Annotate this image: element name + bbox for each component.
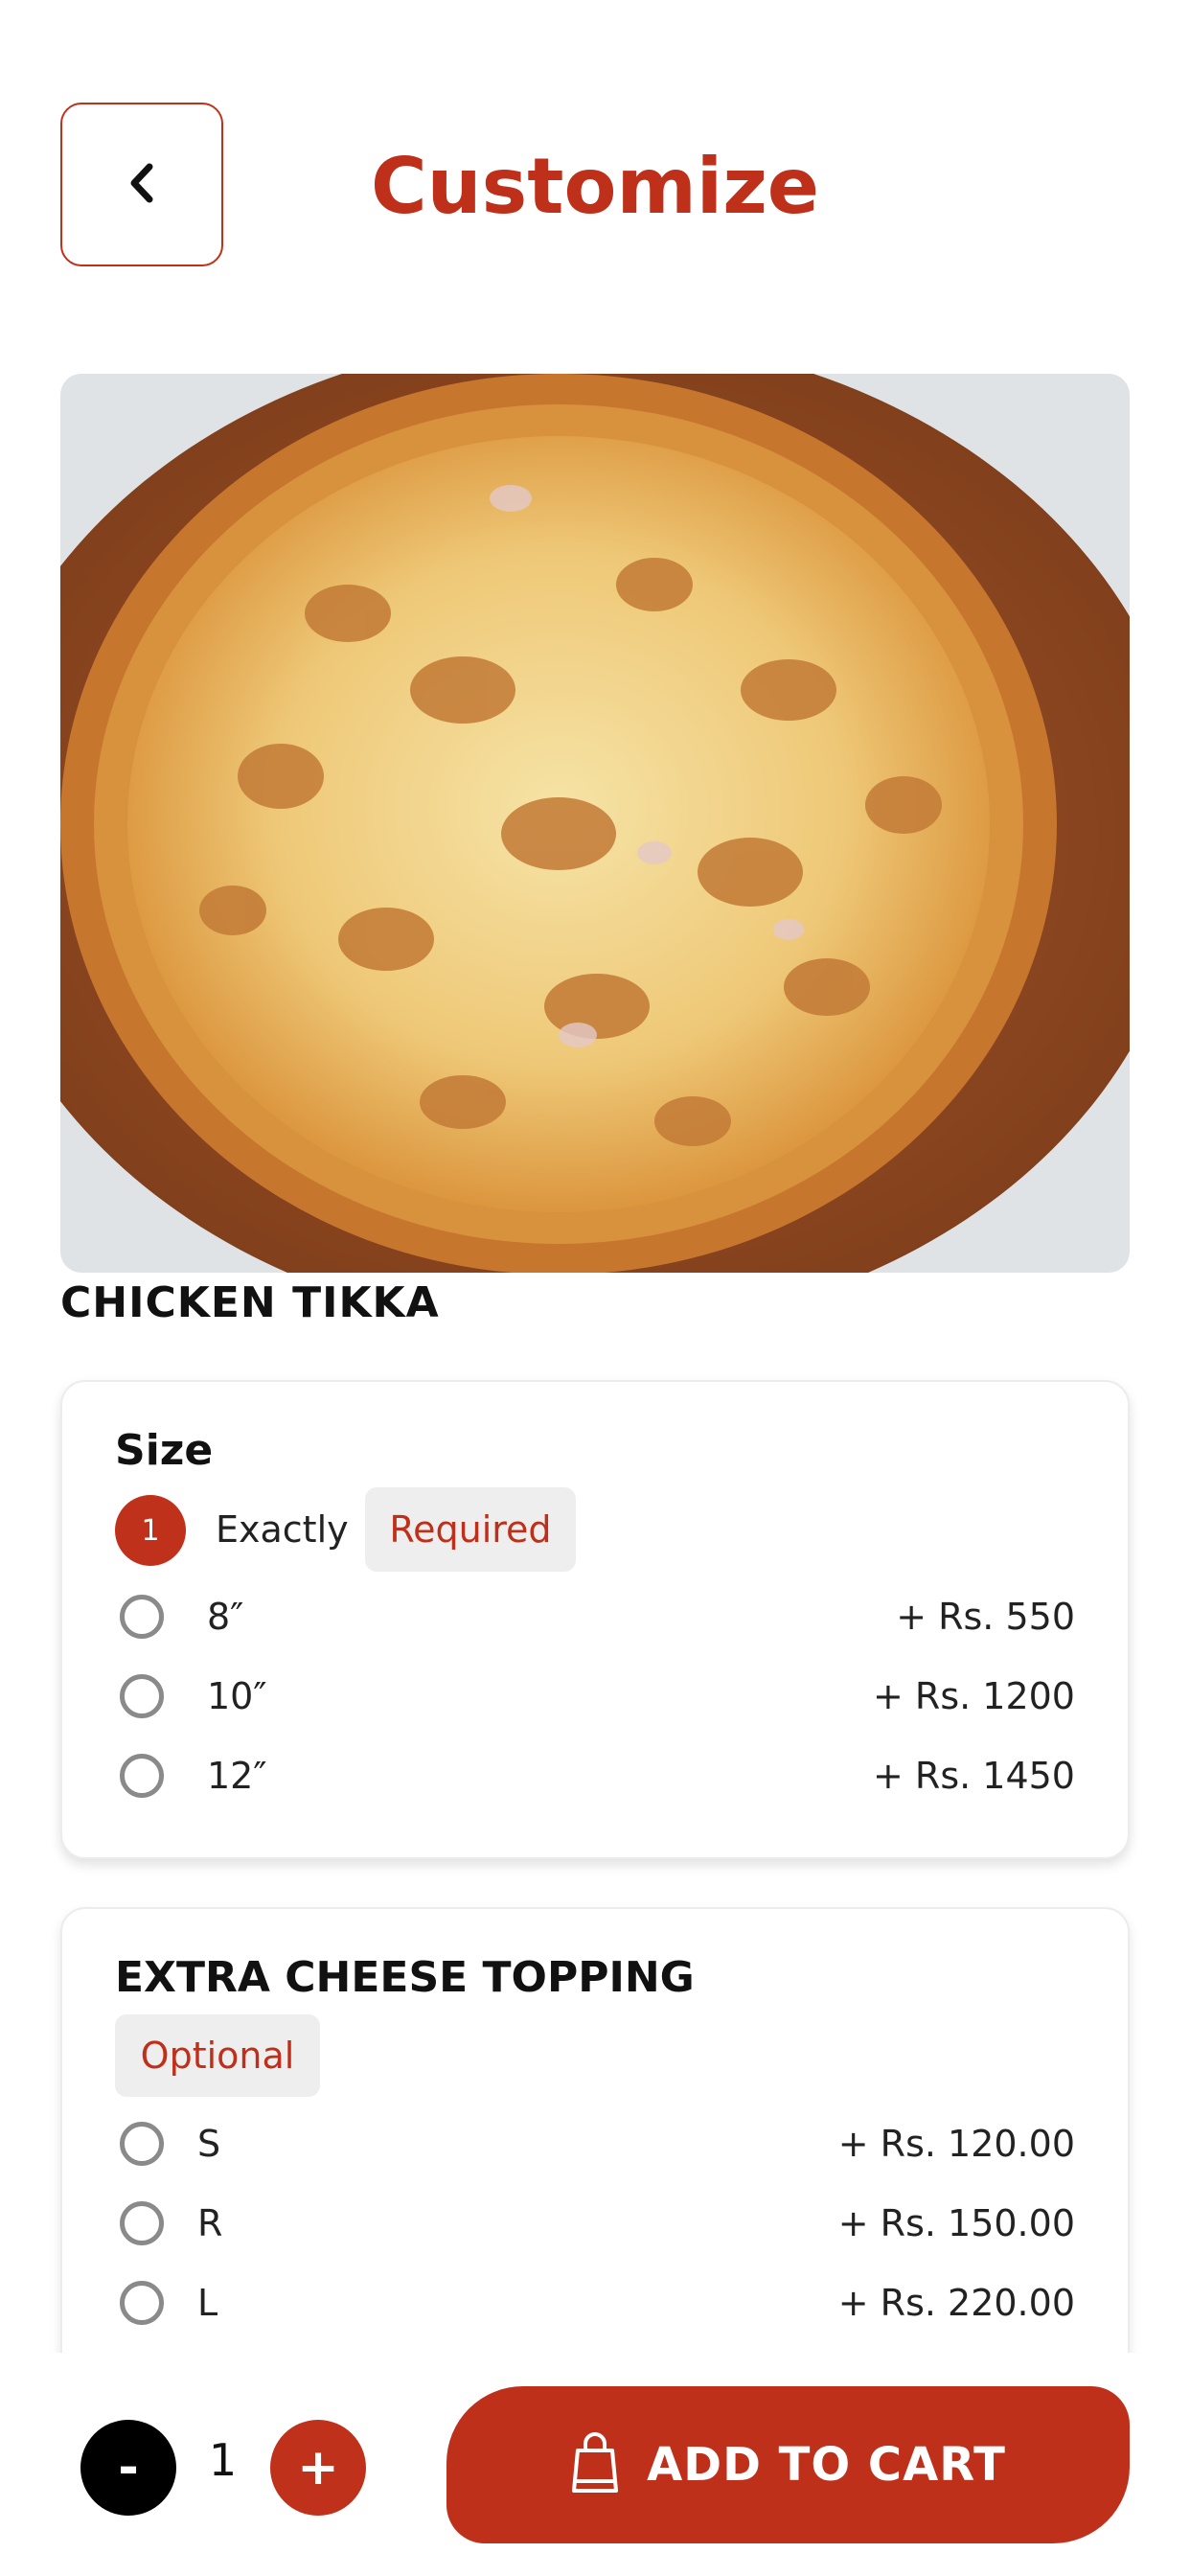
product-image (60, 374, 1130, 1273)
add-to-cart-label: ADD TO CART (647, 2438, 1006, 2492)
radio-button[interactable] (120, 2122, 164, 2166)
increase-quantity-button[interactable]: + (270, 2420, 366, 2516)
option-label: 10″ (207, 1675, 267, 1717)
size-option-10[interactable]: 10″ + Rs. 1200 (115, 1668, 1075, 1725)
radio-button[interactable] (120, 1754, 164, 1798)
radio-button[interactable] (120, 2281, 164, 2325)
option-price: + Rs. 1450 (873, 1755, 1075, 1797)
radio-button[interactable] (120, 1674, 164, 1718)
option-price: + Rs. 1200 (873, 1675, 1075, 1717)
size-option-12[interactable]: 12″ + Rs. 1450 (115, 1747, 1075, 1805)
required-badge: Required (365, 1487, 576, 1572)
option-price: + Rs. 220.00 (837, 2282, 1075, 2324)
option-price: + Rs. 550 (896, 1596, 1075, 1638)
option-price: + Rs. 150.00 (837, 2202, 1075, 2244)
size-option-group: Size 1 Exactly Required 8″ + Rs. 550 10″… (60, 1380, 1130, 1859)
page-title: Customize (370, 142, 820, 231)
selection-rule-text: Exactly (216, 1508, 349, 1551)
optional-badge: Optional (115, 2014, 320, 2097)
shopping-bag-icon (570, 2431, 620, 2498)
radio-button[interactable] (120, 1595, 164, 1639)
quantity-value: 1 (208, 2434, 238, 2486)
product-name: CHICKEN TIKKA (60, 1278, 440, 1327)
option-label: 8″ (207, 1596, 244, 1638)
option-label: S (197, 2123, 221, 2165)
option-label: L (197, 2282, 218, 2324)
option-price: + Rs. 120.00 (837, 2123, 1075, 2165)
option-label: R (197, 2202, 223, 2244)
cheese-option-l[interactable]: L + Rs. 220.00 (115, 2274, 1075, 2332)
add-to-cart-button[interactable]: ADD TO CART (446, 2386, 1130, 2543)
cheese-option-s[interactable]: S + Rs. 120.00 (115, 2115, 1075, 2173)
radio-button[interactable] (120, 2201, 164, 2245)
size-group-title: Size (115, 1426, 214, 1475)
cheese-group-title: EXTRA CHEESE TOPPING (115, 1953, 695, 2002)
cheese-option-r[interactable]: R + Rs. 150.00 (115, 2195, 1075, 2252)
size-option-8[interactable]: 8″ + Rs. 550 (115, 1588, 1075, 1645)
selection-count-badge: 1 (115, 1495, 186, 1566)
option-label: 12″ (207, 1755, 267, 1797)
decrease-quantity-button[interactable]: - (80, 2420, 176, 2516)
